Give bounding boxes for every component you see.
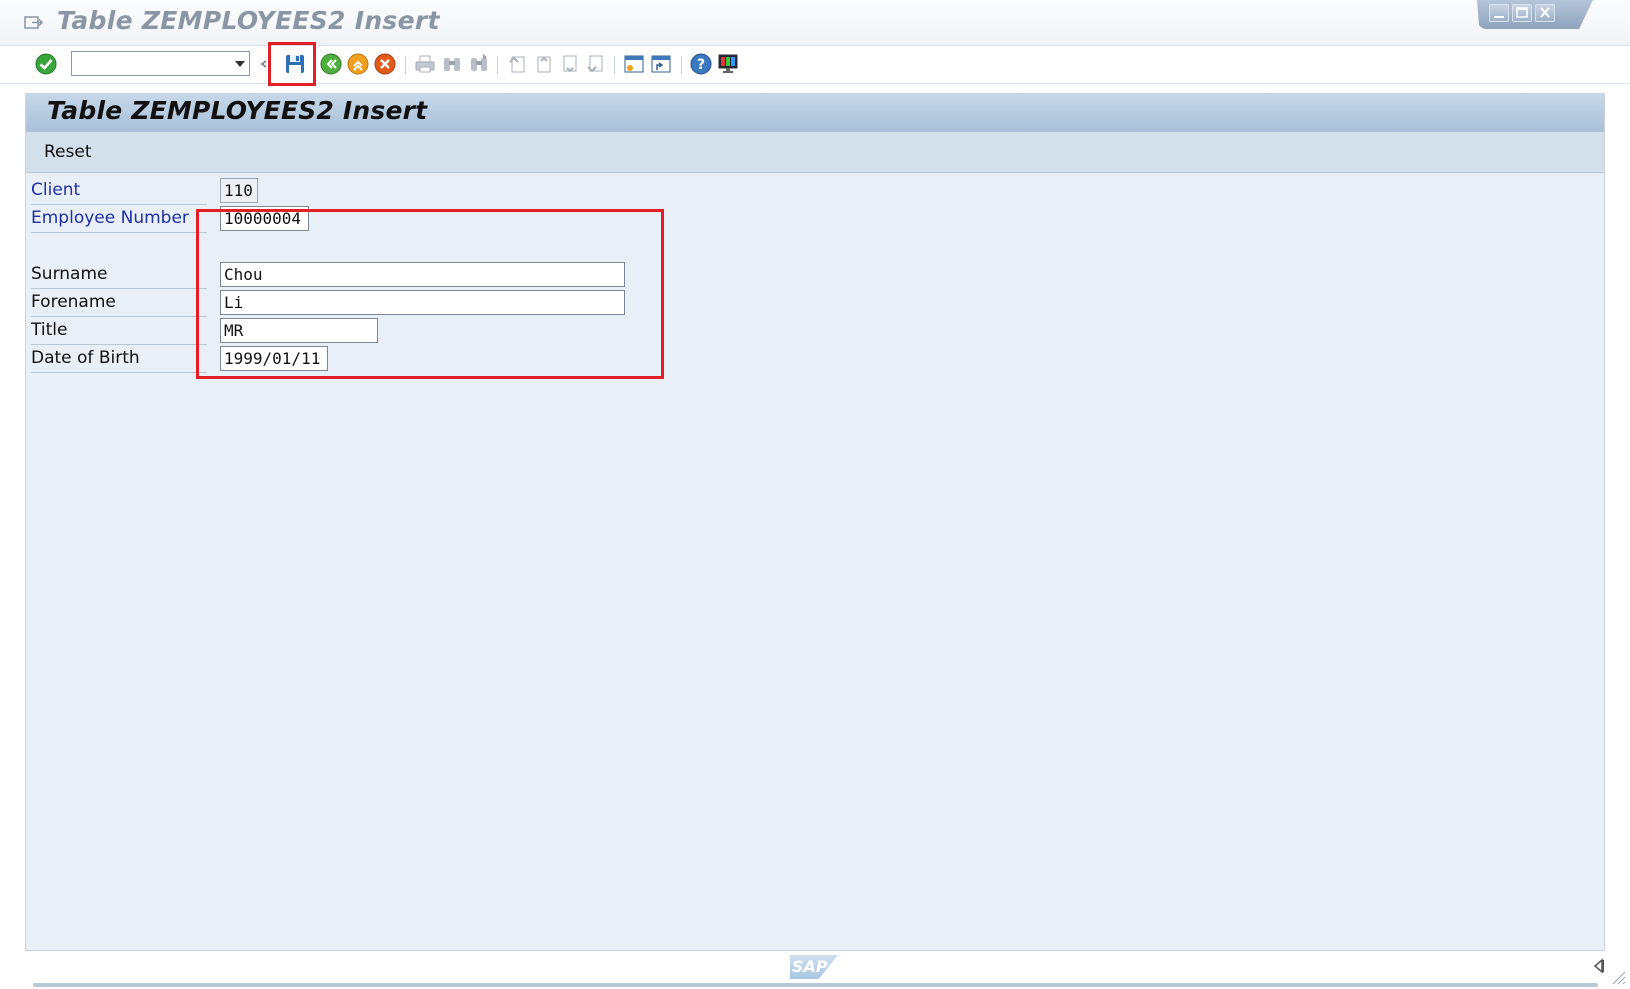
check-circle-icon[interactable] [34, 52, 58, 76]
reset-button[interactable]: Reset [38, 140, 98, 164]
application-toolbar: Reset [26, 132, 1604, 173]
monitor-icon[interactable] [716, 52, 740, 76]
next-page-icon[interactable] [558, 52, 582, 76]
back-arrow-icon[interactable] [319, 52, 343, 76]
maximize-icon[interactable] [1512, 4, 1532, 22]
chevron-down-icon[interactable] [235, 61, 245, 67]
footer-bar [33, 983, 1598, 987]
print-icon[interactable] [413, 52, 437, 76]
help-icon[interactable]: ? [689, 52, 713, 76]
screen-header: Table ZEMPLOYEES2 Insert [26, 94, 1604, 133]
new-session-icon[interactable] [622, 52, 646, 76]
window-controls [1477, 0, 1593, 29]
toolbar-separator [681, 56, 682, 74]
title-bar: Table ZEMPLOYEES2 Insert [0, 0, 1630, 46]
shortcut-icon[interactable] [649, 52, 673, 76]
cancel-icon[interactable] [373, 52, 397, 76]
client-field[interactable] [220, 178, 258, 203]
screen-area: Table ZEMPLOYEES2 Insert Reset Client Em… [25, 93, 1605, 951]
fields-highlight [196, 209, 664, 379]
forename-label: Forename [31, 290, 207, 317]
date-of-birth-label: Date of Birth [31, 346, 207, 373]
client-label: Client [31, 178, 207, 205]
command-field[interactable] [71, 51, 250, 76]
standard-toolbar: ? [0, 42, 1630, 86]
previous-page-icon[interactable] [532, 52, 556, 76]
command-input[interactable] [75, 53, 229, 76]
sap-logo: SAP [790, 955, 838, 979]
title-label: Title [31, 318, 207, 345]
last-page-icon[interactable] [584, 52, 608, 76]
status-arrow-icon[interactable] [1592, 958, 1606, 974]
first-page-icon[interactable] [506, 52, 530, 76]
screen-title: Table ZEMPLOYEES2 Insert [47, 96, 428, 125]
find-next-icon[interactable] [467, 52, 491, 76]
employee-number-label: Employee Number [31, 206, 207, 233]
svg-text:?: ? [697, 57, 705, 73]
surname-label: Surname [31, 262, 207, 289]
window-title: Table ZEMPLOYEES2 Insert [57, 6, 440, 35]
close-icon[interactable] [1535, 4, 1555, 22]
save-highlight [268, 42, 316, 86]
exit-icon[interactable] [346, 52, 370, 76]
minimize-icon[interactable] [1489, 4, 1509, 22]
find-icon[interactable] [440, 52, 464, 76]
resize-grip-icon[interactable] [1608, 967, 1626, 985]
toolbar-separator [497, 56, 498, 74]
toolbar-separator [405, 56, 406, 74]
status-bar: SAP [0, 951, 1630, 988]
menu-icon[interactable] [24, 14, 44, 32]
toolbar-separator [614, 56, 615, 74]
